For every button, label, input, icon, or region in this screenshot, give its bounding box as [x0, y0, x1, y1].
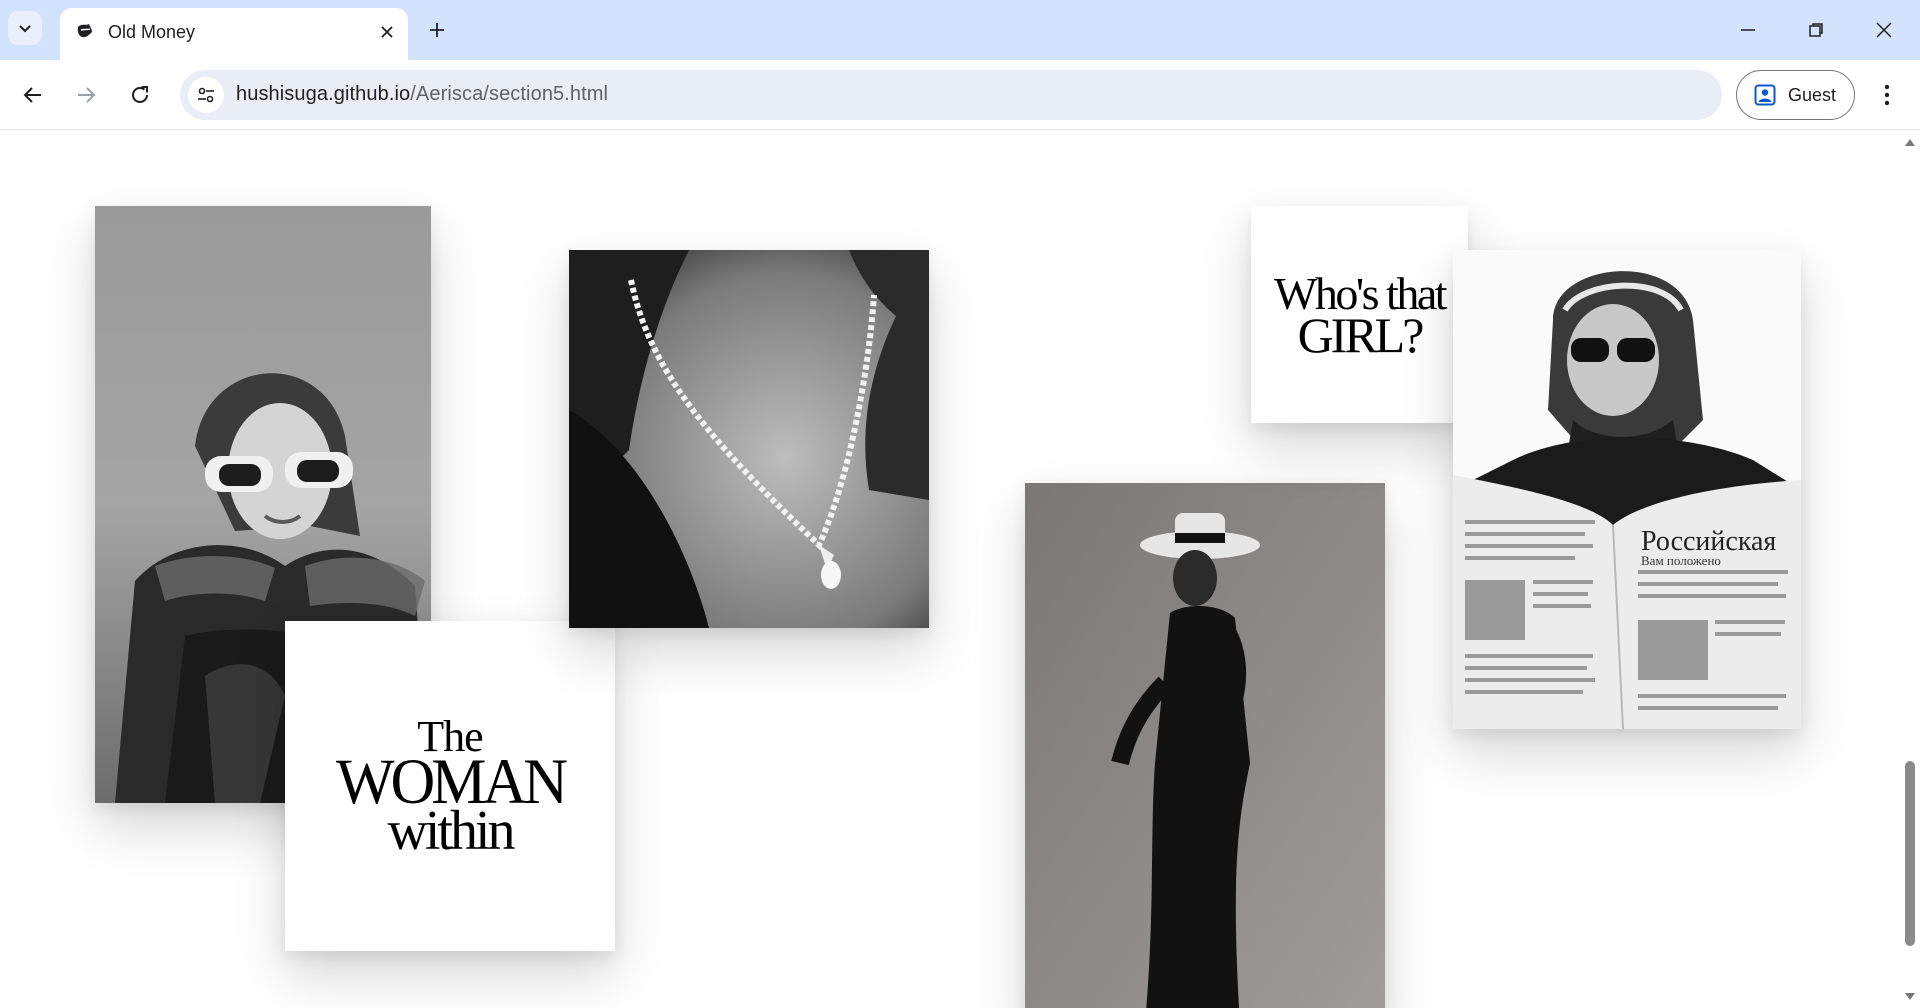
chevron-down-icon — [19, 25, 31, 33]
triangle-up-icon — [1905, 139, 1915, 146]
scroll-down-button[interactable] — [1903, 990, 1917, 1004]
url-path: /Aerisca/section5.html — [410, 83, 609, 105]
profile-button[interactable]: Guest — [1736, 70, 1855, 120]
scroll-thumb[interactable] — [1905, 761, 1915, 946]
tab-search-button[interactable] — [8, 11, 42, 45]
woman-reading-newspaper-photo: Российская Вам положено — [1453, 250, 1801, 729]
whos-that-girl-card: Who's that GIRL? — [1251, 206, 1468, 423]
tab-strip: Old Money — [0, 0, 1920, 60]
new-tab-button[interactable] — [420, 13, 454, 47]
diamond-necklace-photo — [569, 250, 929, 628]
site-info-button[interactable] — [188, 77, 224, 113]
back-button[interactable] — [14, 76, 52, 114]
woman-within-line2: WOMAN — [336, 746, 568, 818]
tune-icon — [198, 87, 214, 103]
scroll-up-button[interactable] — [1903, 135, 1917, 149]
page-viewport: The WOMAN within Who's that GIRL? Россий… — [0, 131, 1900, 1008]
url-host: hushisuga.github.io — [236, 83, 411, 105]
woman-within-card: The WOMAN within — [285, 621, 615, 951]
close-icon — [1876, 22, 1892, 38]
kebab-icon — [1884, 84, 1890, 106]
triangle-down-icon — [1905, 993, 1915, 1000]
tab-title: Old Money — [108, 22, 196, 42]
browser-menu-button[interactable] — [1868, 76, 1906, 114]
restore-icon — [1809, 23, 1823, 37]
url-text: hushisuga.github.io/Aerisca/section5.htm… — [236, 83, 608, 106]
lips-icon — [74, 20, 96, 42]
minimize-button[interactable] — [1720, 8, 1776, 52]
tab-active[interactable]: Old Money — [60, 8, 408, 60]
page-scrollbar[interactable] — [1900, 131, 1920, 1008]
arrow-left-icon — [23, 87, 41, 103]
minimize-icon — [1741, 29, 1755, 31]
close-icon — [381, 26, 393, 38]
reload-icon — [132, 86, 148, 103]
profile-label: Guest — [1788, 84, 1837, 105]
whos-that-girl-line2: GIRL? — [1297, 306, 1425, 363]
restore-button[interactable] — [1788, 8, 1844, 52]
person-icon — [1754, 84, 1776, 106]
window-close-button[interactable] — [1856, 8, 1912, 52]
plus-icon — [430, 23, 444, 37]
woman-hat-black-dress-photo — [1025, 483, 1385, 1008]
forward-button[interactable] — [67, 76, 105, 114]
arrow-right-icon — [78, 87, 96, 103]
address-bar[interactable]: hushisuga.github.io/Aerisca/section5.htm… — [180, 70, 1722, 120]
tab-close-button[interactable] — [374, 19, 400, 45]
newspaper-subhead: Вам положено — [1641, 553, 1721, 568]
reload-button[interactable] — [121, 76, 159, 114]
browser-toolbar: hushisuga.github.io/Aerisca/section5.htm… — [0, 60, 1920, 130]
